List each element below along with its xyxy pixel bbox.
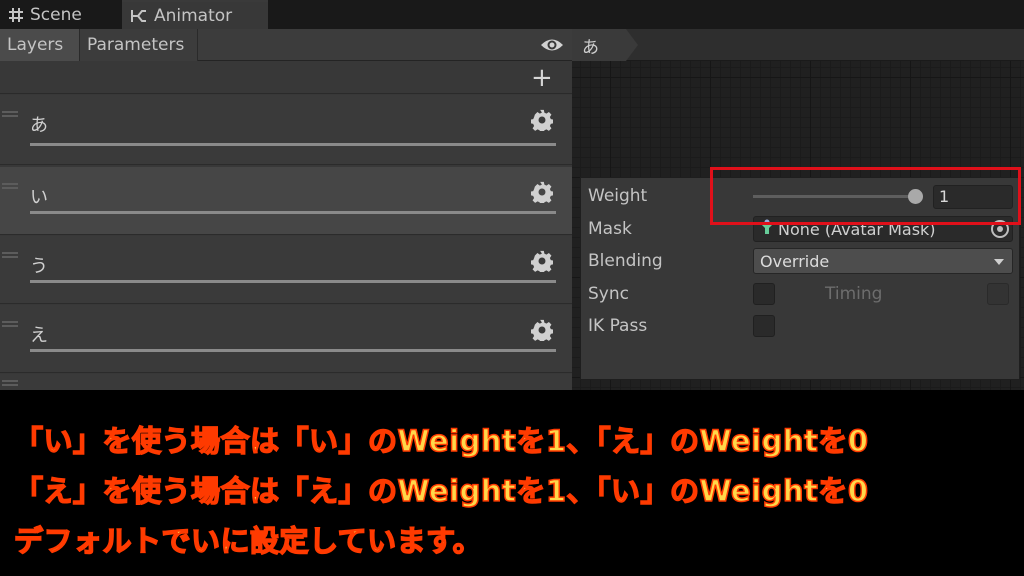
window-tab-strip: Scene Animator: [0, 0, 1024, 29]
blending-row: Blending Override: [581, 247, 1021, 275]
layer-weight-bar: [30, 211, 556, 214]
layer-weight-bar: [30, 280, 556, 283]
layer-item[interactable]: う: [0, 236, 572, 304]
weight-highlight-box: [710, 167, 1021, 225]
gear-icon[interactable]: [530, 181, 554, 207]
tab-animator-label: Animator: [154, 5, 233, 26]
panel-subtabs: Layers Parameters: [0, 29, 572, 61]
drag-handle-icon[interactable]: [2, 111, 18, 117]
layer-name: い: [30, 187, 48, 208]
sync-label: Sync: [588, 284, 629, 304]
mask-label: Mask: [588, 219, 632, 239]
blending-value: Override: [760, 251, 830, 271]
drag-handle-icon[interactable]: [2, 321, 18, 327]
animator-icon: [130, 8, 148, 24]
layer-name: う: [30, 256, 48, 277]
chevron-down-icon: [994, 259, 1004, 265]
layer-weight-bar: [30, 143, 556, 146]
breadcrumb-arrow-icon: [626, 29, 638, 61]
layer-name: あ: [30, 115, 48, 136]
timing-checkbox: [987, 283, 1009, 305]
subtab-parameters[interactable]: Parameters: [80, 29, 198, 61]
layers-panel: Layers Parameters + あ い う え: [0, 29, 572, 390]
weight-label: Weight: [588, 186, 648, 206]
sync-checkbox[interactable]: [753, 283, 775, 305]
tab-animator[interactable]: Animator: [122, 0, 268, 29]
add-layer-row: +: [0, 62, 572, 94]
grid-icon: [8, 7, 24, 23]
ik-pass-checkbox[interactable]: [753, 315, 775, 337]
add-layer-plus-icon[interactable]: +: [531, 65, 553, 91]
gear-icon[interactable]: [530, 319, 554, 345]
drag-handle-icon[interactable]: [2, 183, 18, 189]
eye-icon[interactable]: [540, 36, 564, 58]
layer-item-selected[interactable]: い: [0, 167, 572, 235]
caption-area: 「い」を使う場合は「い」のWeightを1、「え」のWeightを0 「え」を使…: [0, 390, 1024, 576]
tab-scene[interactable]: Scene: [0, 0, 118, 29]
layer-name: え: [30, 325, 48, 346]
breadcrumb-item[interactable]: あ: [572, 29, 626, 61]
sync-row: Sync Timing: [581, 280, 1021, 308]
layer-weight-bar: [30, 349, 556, 352]
gear-icon[interactable]: [530, 250, 554, 276]
caption-line-3: デフォルトでいに設定しています。: [13, 523, 483, 559]
caption-line-2: 「え」を使う場合は「え」のWeightを1、「い」のWeightを0: [13, 473, 869, 509]
breadcrumb-bar: あ: [572, 29, 1024, 61]
ik-pass-label: IK Pass: [588, 316, 648, 336]
drag-handle-icon[interactable]: [2, 380, 18, 386]
caption-line-1: 「い」を使う場合は「い」のWeightを1、「え」のWeightを0: [13, 423, 869, 459]
ik-pass-row: IK Pass: [581, 312, 1021, 340]
gear-icon[interactable]: [530, 109, 554, 135]
subtab-layers[interactable]: Layers: [0, 29, 80, 61]
blending-dropdown[interactable]: Override: [753, 248, 1013, 274]
layer-item-partial[interactable]: [0, 374, 572, 390]
layer-item[interactable]: え: [0, 305, 572, 373]
timing-label: Timing: [825, 284, 883, 304]
layer-item[interactable]: あ: [0, 95, 572, 165]
drag-handle-icon[interactable]: [2, 252, 18, 258]
blending-label: Blending: [588, 251, 663, 271]
tab-scene-label: Scene: [30, 4, 82, 25]
